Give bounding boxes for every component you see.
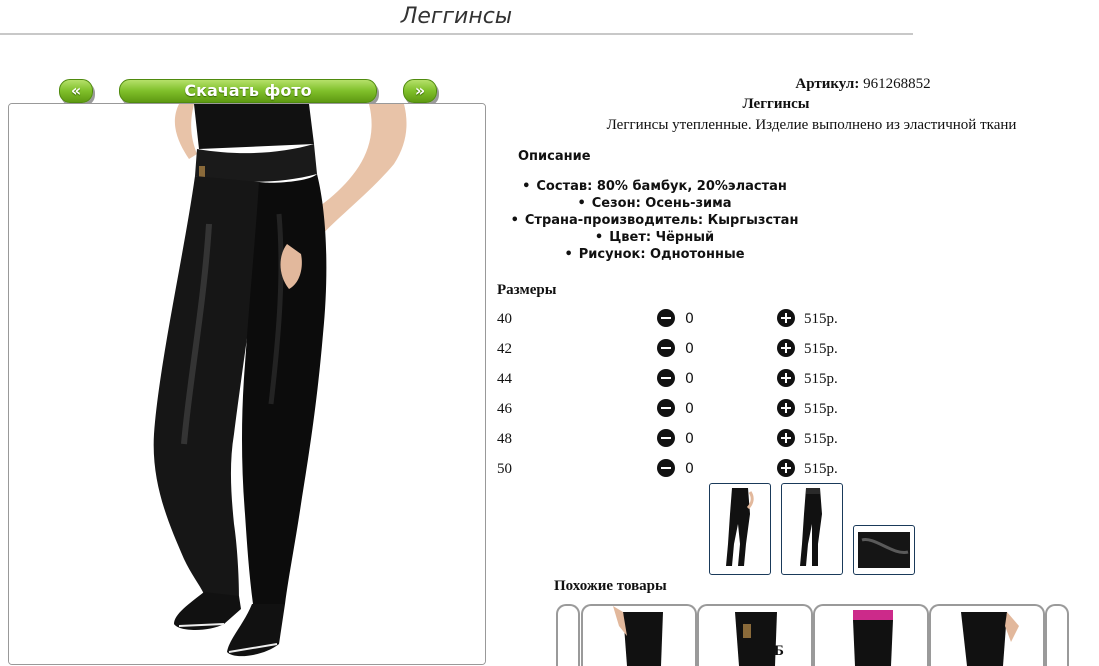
prev-photo-button[interactable]: «	[59, 79, 93, 103]
thumbnail-image	[800, 488, 822, 566]
similar-scroll-left[interactable]	[556, 604, 580, 666]
minus-circle-icon[interactable]	[657, 339, 675, 357]
plus-circle-icon[interactable]	[777, 369, 795, 387]
similar-product-card[interactable]	[697, 604, 813, 666]
spec-list: Состав: 80% бамбук, 20%эластан Сезон: Ос…	[493, 178, 816, 263]
quantity-value: 0	[685, 311, 694, 327]
similar-product-card[interactable]	[813, 604, 929, 666]
thumbnail-image	[726, 488, 754, 566]
title-divider	[0, 33, 913, 35]
page-title: Леггинсы	[400, 4, 513, 29]
plus-circle-icon[interactable]	[777, 429, 795, 447]
size-price: 515р.	[804, 431, 838, 447]
plus-circle-icon[interactable]	[777, 459, 795, 477]
spec-item: Сезон: Осень-зима	[493, 195, 816, 212]
quantity-value: 0	[685, 371, 694, 387]
quantity-value: 0	[685, 431, 694, 447]
minus-circle-icon[interactable]	[657, 399, 675, 417]
thumbnail-image	[858, 532, 910, 568]
spec-item: Рисунок: Однотонные	[493, 246, 816, 263]
size-label: 44	[497, 371, 512, 387]
download-photo-button[interactable]: Скачать фото	[119, 79, 377, 103]
minus-circle-icon[interactable]	[657, 369, 675, 387]
plus-circle-icon[interactable]	[777, 339, 795, 357]
size-price: 515р.	[804, 311, 838, 327]
similar-product-image	[613, 606, 663, 666]
size-row: 44 0 515р.	[497, 369, 917, 391]
similar-product-card[interactable]	[581, 604, 697, 666]
spec-item: Состав: 80% бамбук, 20%эластан	[493, 178, 816, 195]
size-row: 40 0 515р.	[497, 309, 917, 331]
bottom-text-fragment: Б	[774, 643, 784, 659]
article-line: Артикул: 961268852	[493, 76, 1099, 93]
description-heading: Описание	[518, 149, 591, 164]
size-price: 515р.	[804, 341, 838, 357]
plus-circle-icon[interactable]	[777, 399, 795, 417]
size-label: 50	[497, 461, 512, 477]
article-value: 961268852	[863, 76, 931, 92]
article-label: Артикул:	[795, 76, 860, 92]
size-price: 515р.	[804, 401, 838, 417]
quantity-value: 0	[685, 401, 694, 417]
size-price: 515р.	[804, 461, 838, 477]
product-name: Леггинсы	[742, 96, 810, 112]
size-price: 515р.	[804, 371, 838, 387]
photo-thumbnail[interactable]	[853, 525, 915, 575]
minus-circle-icon[interactable]	[657, 459, 675, 477]
size-label: 46	[497, 401, 512, 417]
size-row: 46 0 515р.	[497, 399, 917, 421]
product-description: Леггинсы утепленные. Изделие выполнено и…	[606, 117, 1017, 133]
next-photo-button[interactable]: »	[403, 79, 437, 103]
photo-thumbnail[interactable]	[781, 483, 843, 575]
plus-circle-icon[interactable]	[777, 309, 795, 327]
size-label: 40	[497, 311, 512, 327]
size-row: 50 0 515р.	[497, 459, 917, 481]
quantity-value: 0	[685, 341, 694, 357]
sizes-heading: Размеры	[497, 282, 557, 298]
similar-products-heading: Похожие товары	[554, 578, 667, 594]
photo-thumbnail[interactable]	[709, 483, 771, 575]
minus-circle-icon[interactable]	[657, 429, 675, 447]
spec-item: Цвет: Чёрный	[493, 229, 816, 246]
size-row: 42 0 515р.	[497, 339, 917, 361]
similar-product-image	[853, 610, 893, 666]
similar-product-card[interactable]	[929, 604, 1045, 666]
main-product-photo[interactable]	[8, 103, 486, 665]
size-row: 48 0 515р.	[497, 429, 917, 451]
size-label: 48	[497, 431, 512, 447]
leggings-photo-illustration	[9, 104, 485, 664]
similar-scroll-right[interactable]	[1045, 604, 1069, 666]
similar-product-image	[961, 612, 1019, 666]
size-label: 42	[497, 341, 512, 357]
spec-item: Страна-производитель: Кыргызстан	[493, 212, 816, 229]
minus-circle-icon[interactable]	[657, 309, 675, 327]
quantity-value: 0	[685, 461, 694, 477]
similar-product-image	[735, 612, 777, 666]
